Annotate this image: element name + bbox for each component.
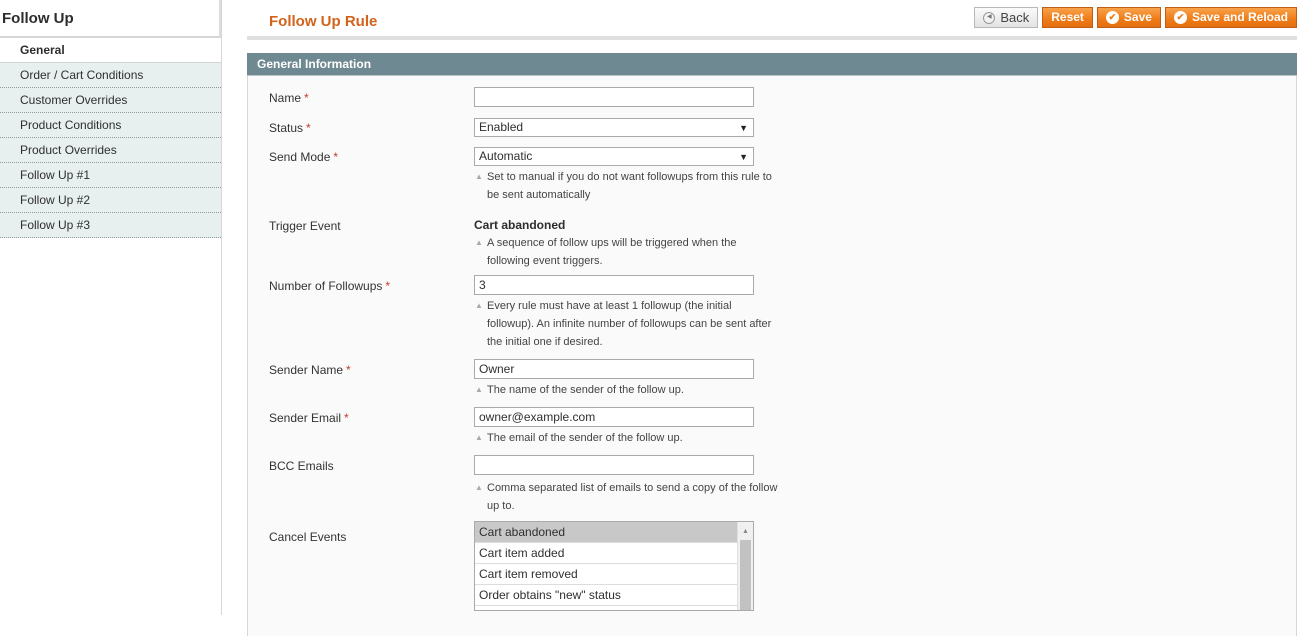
tab-follow-up-3[interactable]: Follow Up #3: [0, 213, 221, 238]
scroll-thumb[interactable]: [740, 540, 751, 610]
status-label: Status *: [269, 121, 311, 135]
check-icon: ✔: [1173, 11, 1187, 24]
save-and-reload-button[interactable]: ✔ Save and Reload: [1164, 7, 1297, 28]
main-content: Follow Up Rule ◀ Back Reset ✔ Save ✔ Sav…: [247, 0, 1297, 636]
sidebar: Follow Up General Order / Cart Condition…: [0, 0, 222, 615]
page-title: Follow Up Rule: [269, 13, 378, 30]
sender-email-input[interactable]: [474, 407, 754, 427]
cancel-events-listbox[interactable]: Cart abandoned Cart item added Cart item…: [474, 521, 754, 611]
note-triangle-icon: ▲: [475, 301, 483, 310]
cancel-events-label: Cancel Events: [269, 530, 347, 544]
sender-name-label: Sender Name *: [269, 363, 351, 377]
sender-name-input[interactable]: [474, 359, 754, 379]
send-mode-select[interactable]: Automatic ▼: [474, 147, 754, 166]
required-marker: *: [344, 411, 349, 425]
cancel-event-option[interactable]: Cart item removed: [475, 564, 737, 585]
cancel-event-option[interactable]: Cart abandoned: [475, 522, 737, 543]
scroll-up-arrow-icon[interactable]: ▲: [738, 522, 753, 540]
note-triangle-icon: ▲: [475, 433, 483, 442]
reset-button-label: Reset: [1051, 10, 1084, 24]
sender-email-label: Sender Email *: [269, 411, 349, 425]
listbox-scrollbar[interactable]: ▲: [737, 522, 753, 610]
tab-customer-overrides[interactable]: Customer Overrides: [0, 88, 221, 113]
send-mode-select-value: Automatic: [479, 149, 533, 163]
send-mode-note: ▲ Set to manual if you do not want follo…: [474, 168, 784, 204]
status-select-value: Enabled: [479, 120, 524, 134]
required-marker: *: [306, 121, 311, 135]
action-buttons: ◀ Back Reset ✔ Save ✔ Save and Reload: [974, 7, 1297, 28]
trigger-event-note: ▲ A sequence of follow ups will be trigg…: [474, 234, 784, 270]
sidebar-title: Follow Up: [0, 0, 221, 38]
save-button-label: Save: [1123, 10, 1152, 24]
number-of-followups-label: Number of Followups *: [269, 279, 391, 293]
sender-name-note: ▲ The name of the sender of the follow u…: [474, 381, 784, 399]
reset-button[interactable]: Reset: [1042, 7, 1093, 28]
sidebar-tabs: General Order / Cart Conditions Customer…: [0, 38, 221, 238]
required-marker: *: [304, 91, 309, 105]
back-button-label: Back: [1000, 10, 1030, 25]
back-button[interactable]: ◀ Back: [974, 7, 1039, 28]
trigger-event-label: Trigger Event: [269, 219, 341, 233]
required-marker: *: [346, 363, 351, 377]
cancel-event-option[interactable]: Cart item added: [475, 543, 737, 564]
section-header-general-information: General Information: [247, 53, 1297, 76]
tab-follow-up-2[interactable]: Follow Up #2: [0, 188, 221, 213]
note-triangle-icon: ▲: [475, 238, 483, 247]
send-mode-label: Send Mode *: [269, 150, 339, 164]
check-icon: ✔: [1105, 11, 1119, 24]
tab-general[interactable]: General: [0, 38, 221, 63]
note-triangle-icon: ▲: [475, 172, 483, 181]
save-and-reload-button-label: Save and Reload: [1191, 10, 1288, 24]
name-label: Name *: [269, 91, 309, 105]
tab-order-cart-conditions[interactable]: Order / Cart Conditions: [0, 63, 221, 88]
number-of-followups-input[interactable]: [474, 275, 754, 295]
number-of-followups-note: ▲ Every rule must have at least 1 follow…: [474, 297, 784, 351]
tab-product-overrides[interactable]: Product Overrides: [0, 138, 221, 163]
bcc-emails-note: ▲ Comma separated list of emails to send…: [474, 479, 784, 515]
general-information-fieldset: Name * Status * Enabled ▼ Send Mode * Au…: [247, 76, 1297, 636]
dropdown-arrow-icon: ▼: [739, 123, 748, 133]
dropdown-arrow-icon: ▼: [739, 152, 748, 162]
bcc-emails-input[interactable]: [474, 455, 754, 475]
sender-email-note: ▲ The email of the sender of the follow …: [474, 429, 784, 447]
tab-follow-up-1[interactable]: Follow Up #1: [0, 163, 221, 188]
note-triangle-icon: ▲: [475, 483, 483, 492]
status-select[interactable]: Enabled ▼: [474, 118, 754, 137]
save-button[interactable]: ✔ Save: [1096, 7, 1161, 28]
required-marker: *: [385, 279, 391, 293]
note-triangle-icon: ▲: [475, 385, 483, 394]
cancel-event-option[interactable]: Order obtains "new" status: [475, 585, 737, 606]
tab-product-conditions[interactable]: Product Conditions: [0, 113, 221, 138]
trigger-event-value: Cart abandoned: [474, 218, 566, 232]
required-marker: *: [333, 150, 339, 164]
name-input[interactable]: [474, 87, 754, 107]
page-header: Follow Up Rule ◀ Back Reset ✔ Save ✔ Sav…: [247, 0, 1297, 40]
back-arrow-icon: ◀: [983, 11, 996, 24]
bcc-emails-label: BCC Emails: [269, 459, 334, 473]
